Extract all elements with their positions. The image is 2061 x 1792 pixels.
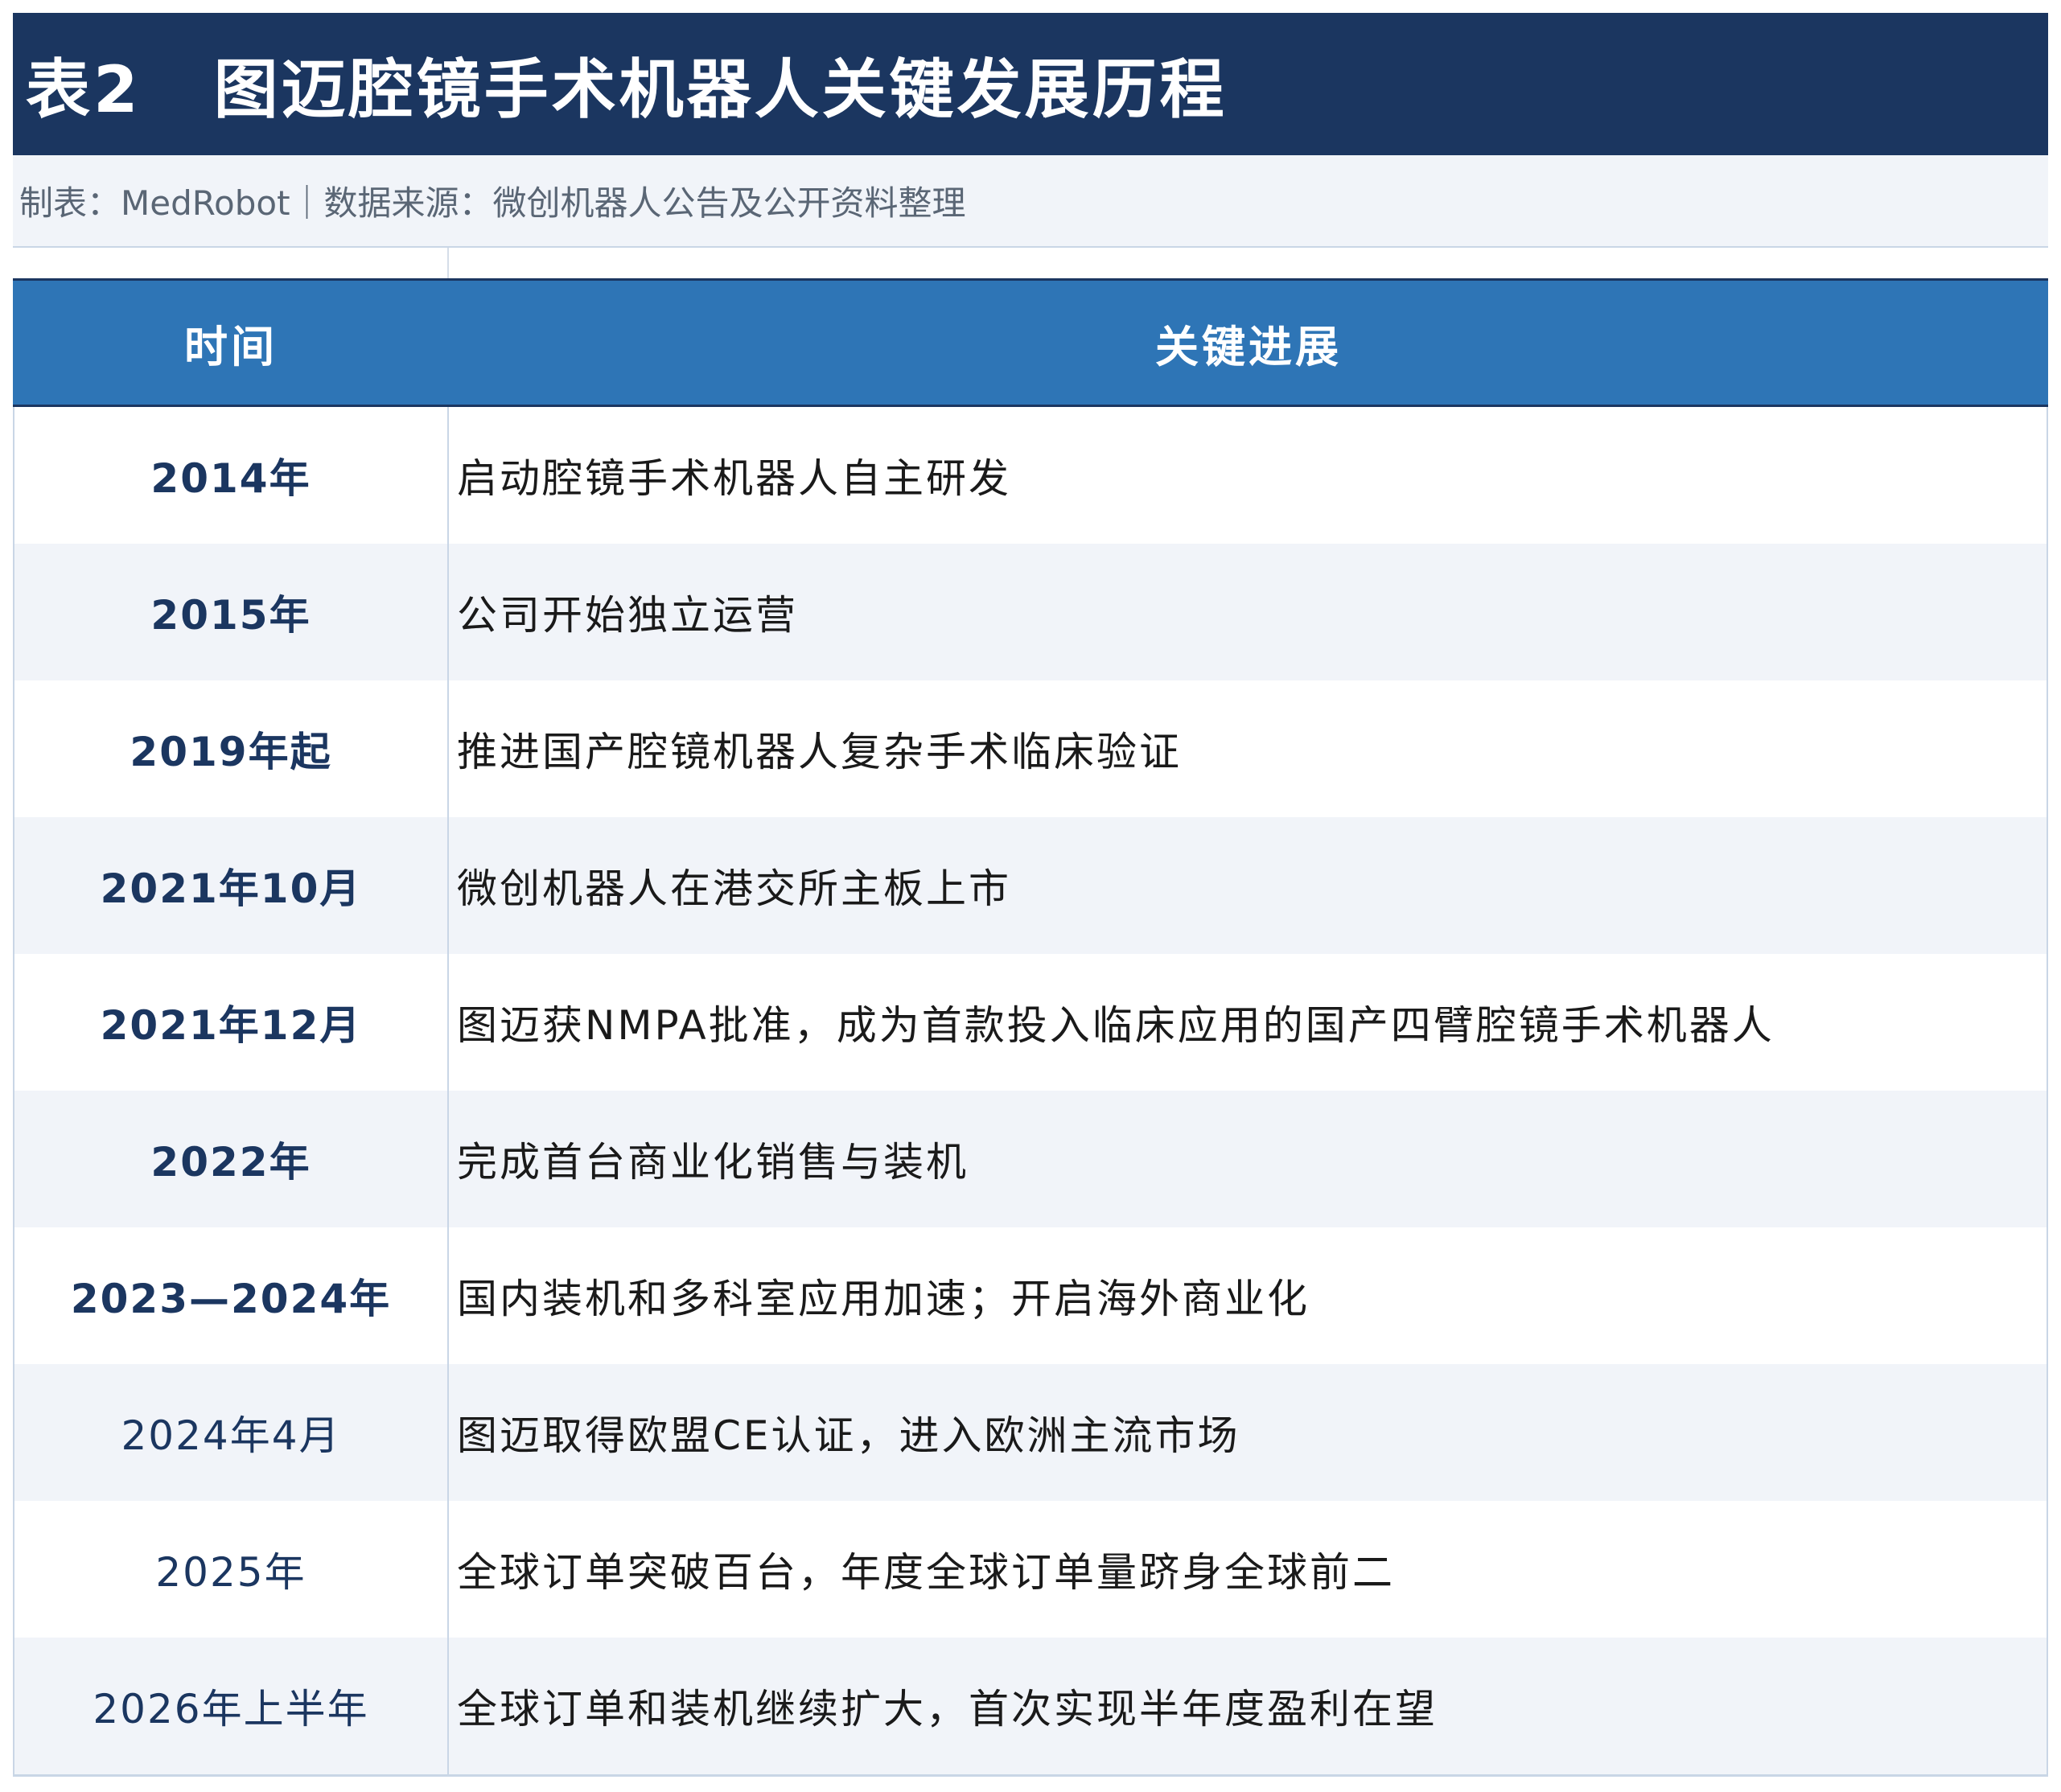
cell-time: 2022年 bbox=[14, 1091, 449, 1227]
table-row: 2021年12月 图迈获NMPA批准，成为首款投入临床应用的国产四臂腔镜手术机器… bbox=[14, 954, 2047, 1091]
table-row: 2015年 公司开始独立运营 bbox=[14, 544, 2047, 680]
source-text: 制表：MedRobot｜数据来源：微创机器人公告及公开资料整理 bbox=[19, 183, 966, 223]
cell-event: 启动腔镜手术机器人自主研发 bbox=[457, 455, 1011, 502]
cell-event: 全球订单突破百台，年度全球订单量跻身全球前二 bbox=[457, 1549, 1395, 1596]
cell-event: 国内装机和多科室应用加速；开启海外商业化 bbox=[457, 1276, 1310, 1322]
cell-time: 2024年4月 bbox=[14, 1364, 449, 1501]
source-note: 制表：MedRobot｜数据来源：微创机器人公告及公开资料整理 bbox=[13, 155, 2048, 248]
table-header: 时间 关键进展 bbox=[13, 278, 2048, 407]
spacer-row bbox=[13, 248, 2048, 278]
spacer-cell bbox=[13, 248, 449, 278]
table-row: 2026年上半年 全球订单和装机继续扩大，首次实现半年度盈利在望 bbox=[14, 1638, 2047, 1774]
table-row: 2023—2024年 国内装机和多科室应用加速；开启海外商业化 bbox=[14, 1227, 2047, 1364]
cell-event: 推进国产腔镜机器人复杂手术临床验证 bbox=[457, 729, 1182, 775]
table-row: 2014年 启动腔镜手术机器人自主研发 bbox=[14, 407, 2047, 544]
table-figure: 表2 图迈腔镜手术机器人关键发展历程 制表：MedRobot｜数据来源：微创机器… bbox=[13, 13, 2048, 1777]
cell-time: 2023—2024年 bbox=[14, 1227, 449, 1364]
cell-time: 2019年起 bbox=[14, 680, 449, 817]
cell-time: 2021年10月 bbox=[14, 817, 449, 954]
table-row: 2022年 完成首台商业化销售与装机 bbox=[14, 1091, 2047, 1227]
header-time: 时间 bbox=[184, 321, 278, 372]
table-row: 2024年4月 图迈取得欧盟CE认证，进入欧洲主流市场 bbox=[14, 1364, 2047, 1501]
cell-time: 2015年 bbox=[14, 544, 449, 680]
table-title: 图迈腔镜手术机器人关键发展历程 bbox=[213, 51, 1228, 127]
cell-time: 2026年上半年 bbox=[14, 1638, 449, 1774]
cell-event: 微创机器人在港交所主板上市 bbox=[457, 865, 1011, 912]
cell-event: 全球订单和装机继续扩大，首次实现半年度盈利在望 bbox=[457, 1686, 1438, 1732]
table-number: 表2 bbox=[26, 51, 142, 127]
cell-event: 公司开始独立运营 bbox=[457, 592, 798, 639]
table-row: 2021年10月 微创机器人在港交所主板上市 bbox=[14, 817, 2047, 954]
cell-time: 2014年 bbox=[14, 407, 449, 544]
title-bar: 表2 图迈腔镜手术机器人关键发展历程 bbox=[13, 13, 2048, 155]
cell-time: 2025年 bbox=[14, 1501, 449, 1638]
table-body: 2014年 启动腔镜手术机器人自主研发 2015年 公司开始独立运营 2019年… bbox=[13, 407, 2048, 1777]
cell-event: 图迈获NMPA批准，成为首款投入临床应用的国产四臂腔镜手术机器人 bbox=[457, 1002, 1775, 1049]
cell-time: 2021年12月 bbox=[14, 954, 449, 1091]
table-row: 2019年起 推进国产腔镜机器人复杂手术临床验证 bbox=[14, 680, 2047, 817]
header-event: 关键进展 bbox=[1155, 321, 1342, 372]
cell-event: 图迈取得欧盟CE认证，进入欧洲主流市场 bbox=[457, 1412, 1240, 1459]
cell-event: 完成首台商业化销售与装机 bbox=[457, 1139, 969, 1186]
table-row: 2025年 全球订单突破百台，年度全球订单量跻身全球前二 bbox=[14, 1501, 2047, 1638]
